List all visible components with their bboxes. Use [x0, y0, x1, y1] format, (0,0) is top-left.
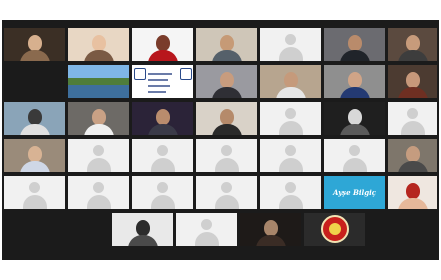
participant-camera-off-tile[interactable]	[132, 176, 193, 209]
participant-video-tile[interactable]	[388, 28, 437, 61]
participant-camera-off-tile[interactable]	[260, 28, 321, 61]
participant-camera-off-tile[interactable]	[68, 176, 129, 209]
document-line	[148, 91, 166, 93]
document-logo	[134, 68, 146, 80]
gallery-row-1	[2, 28, 439, 61]
participant-video-tile[interactable]	[324, 65, 385, 98]
participant-head	[27, 35, 42, 51]
participant-video-tile[interactable]	[68, 65, 129, 98]
person-silhouette-icon	[132, 176, 193, 209]
participant-video-tile[interactable]	[324, 102, 385, 135]
participant-head	[405, 72, 420, 88]
document-logo	[180, 68, 192, 80]
participant-video-tile[interactable]	[4, 28, 65, 61]
participant-camera-off-tile[interactable]	[196, 139, 257, 172]
participant-head	[405, 146, 420, 162]
participant-head	[27, 109, 42, 125]
participant-video-tile[interactable]	[388, 139, 437, 172]
participant-head	[155, 35, 170, 51]
person-silhouette-icon	[196, 176, 257, 209]
person-silhouette-icon	[324, 139, 385, 172]
gallery-grid: Ayşe Bilgiç	[2, 20, 439, 260]
participant-video-tile[interactable]	[132, 28, 193, 61]
participant-video-tile[interactable]	[196, 28, 257, 61]
participant-video-tile[interactable]	[388, 65, 437, 98]
participant-head	[347, 72, 362, 88]
participant-head	[27, 146, 42, 162]
participant-video-tile[interactable]	[324, 28, 385, 61]
participant-camera-off-tile[interactable]	[324, 139, 385, 172]
person-silhouette-icon	[260, 139, 321, 172]
participant-camera-off-tile[interactable]	[132, 139, 193, 172]
participant-name-label: Ayşe Bilgiç	[332, 188, 377, 197]
gallery-row-2	[2, 65, 439, 98]
participant-avatar-tile[interactable]	[304, 213, 365, 246]
person-silhouette-icon	[132, 139, 193, 172]
gallery-row-3	[2, 102, 439, 135]
participant-video-tile[interactable]	[68, 28, 129, 61]
participant-camera-off-tile[interactable]	[176, 213, 237, 246]
participant-camera-off-tile[interactable]	[4, 176, 65, 209]
participant-camera-off-tile[interactable]	[260, 176, 321, 209]
participant-video-tile[interactable]	[4, 102, 65, 135]
landscape-lake	[68, 85, 129, 98]
gallery-row-4	[2, 139, 439, 172]
gallery-row-5: Ayşe Bilgiç	[2, 176, 439, 209]
participant-camera-off-tile[interactable]	[260, 102, 321, 135]
participant-video-tile[interactable]	[112, 213, 173, 246]
emblem-seal-icon	[320, 215, 349, 243]
person-silhouette-icon	[4, 176, 65, 209]
shared-document-tile[interactable]	[132, 65, 193, 98]
participant-head	[347, 109, 362, 125]
participant-head	[155, 109, 170, 125]
person-silhouette-icon	[260, 28, 321, 61]
person-silhouette-icon	[260, 102, 321, 135]
participant-video-tile[interactable]	[196, 102, 257, 135]
participant-head	[263, 220, 278, 236]
person-silhouette-icon	[68, 176, 129, 209]
person-silhouette-icon	[196, 139, 257, 172]
participant-head	[219, 109, 234, 125]
document-line	[148, 79, 168, 81]
participant-camera-off-tile[interactable]	[196, 176, 257, 209]
participant-video-tile[interactable]	[388, 176, 437, 209]
participant-head	[405, 35, 420, 51]
person-silhouette-icon	[388, 102, 437, 135]
participant-name-card-tile[interactable]: Ayşe Bilgiç	[324, 176, 385, 209]
participant-head	[283, 72, 298, 88]
participant-video-tile[interactable]	[196, 65, 257, 98]
participant-video-tile[interactable]	[240, 213, 301, 246]
person-silhouette-icon	[260, 176, 321, 209]
participant-video-tile[interactable]	[132, 102, 193, 135]
meeting-window: Ayşe Bilgiç	[2, 20, 439, 260]
gallery-row-6	[2, 213, 439, 246]
participant-camera-off-tile[interactable]	[68, 139, 129, 172]
participant-video-tile[interactable]	[260, 65, 321, 98]
participant-head	[91, 109, 106, 125]
document-line	[148, 73, 172, 75]
participant-head	[347, 35, 362, 51]
participant-head	[219, 72, 234, 88]
person-silhouette-icon	[176, 213, 237, 246]
participant-head	[405, 183, 420, 199]
participant-camera-off-tile[interactable]	[260, 139, 321, 172]
person-silhouette-icon	[68, 139, 129, 172]
participant-video-tile[interactable]	[68, 102, 129, 135]
participant-head	[135, 220, 150, 236]
participant-video-tile[interactable]	[4, 139, 65, 172]
document-line	[148, 85, 170, 87]
participant-head	[91, 35, 106, 51]
participant-head	[219, 35, 234, 51]
participant-camera-off-tile[interactable]	[388, 102, 437, 135]
